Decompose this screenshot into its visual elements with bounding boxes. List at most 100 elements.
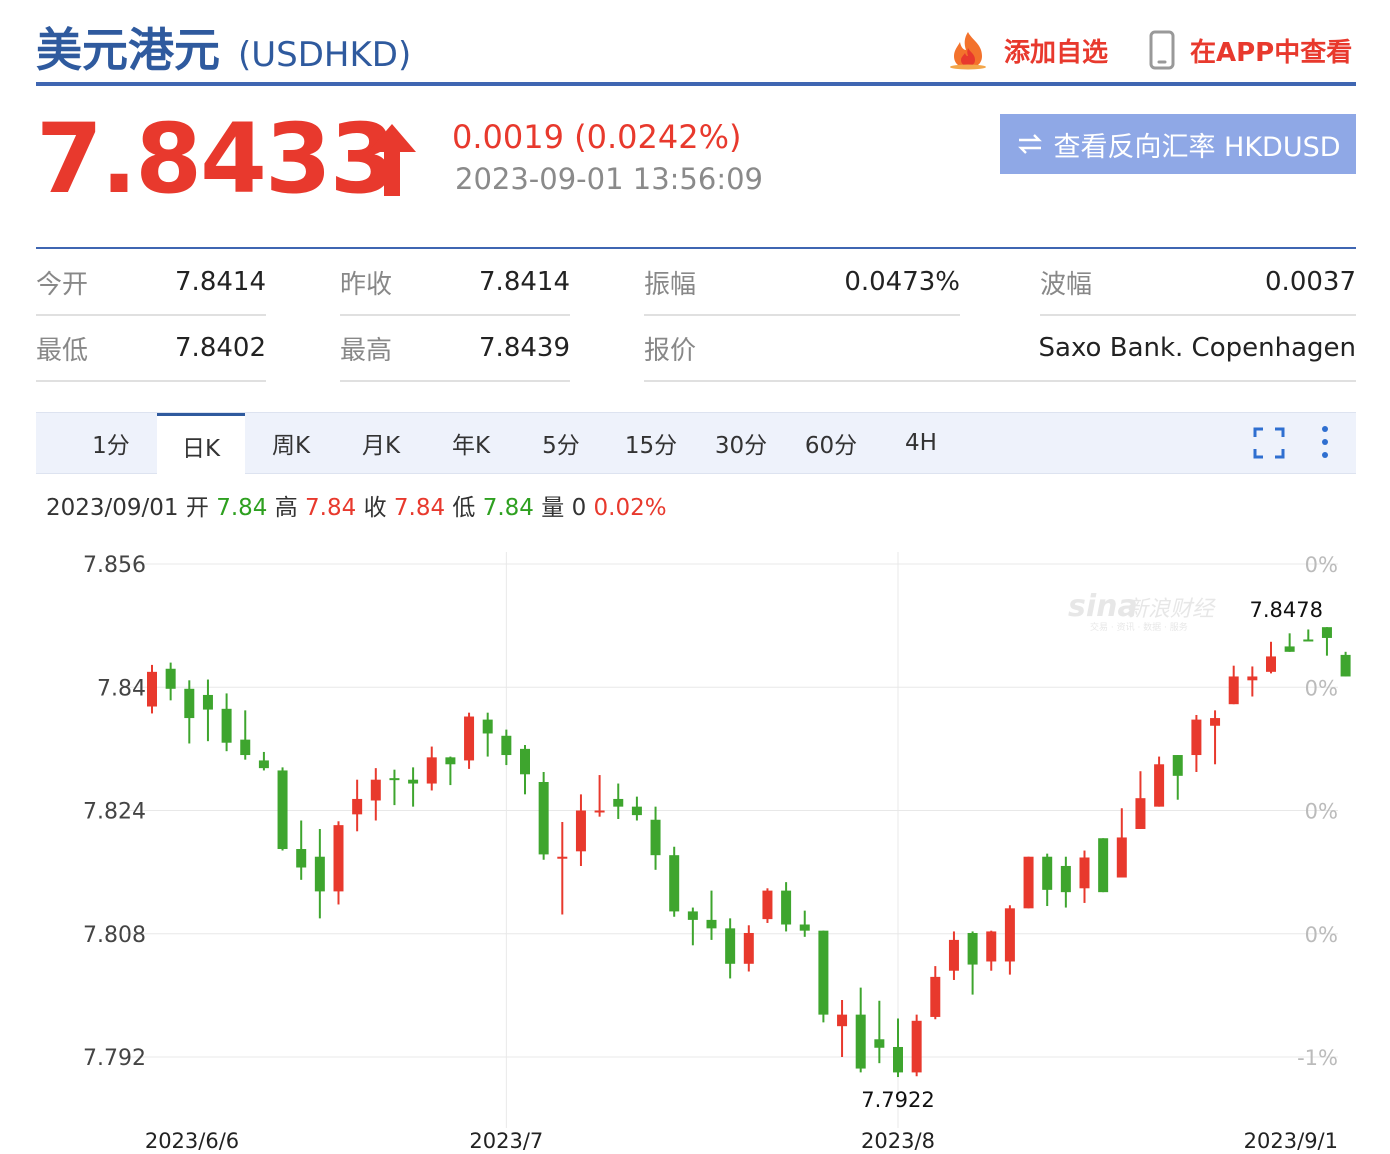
candle <box>221 693 232 752</box>
candle-body <box>464 716 475 761</box>
candle-body <box>1172 755 1183 776</box>
candle-body <box>240 739 251 756</box>
candle-body <box>669 855 680 912</box>
candle-body <box>1210 718 1221 726</box>
candle-body <box>743 932 754 964</box>
y-tick-label: 7.824 <box>83 800 146 825</box>
candle <box>557 822 568 915</box>
view-in-app-label: 在APP中查看 <box>1190 37 1353 68</box>
header-divider <box>36 82 1356 86</box>
x-axis: 2023/6/6 2023/7 2023/8 2023/9/1 <box>145 1129 1338 1153</box>
candle-body <box>1004 908 1015 962</box>
sina-watermark: sina 新浪财经 交易 · 资讯 · 数据 · 服务 <box>1068 589 1216 633</box>
candle <box>1116 808 1127 878</box>
candle <box>1284 633 1295 652</box>
candle <box>1247 666 1258 697</box>
candle-body <box>202 694 213 710</box>
candle <box>986 930 997 971</box>
stat-low: 最低 7.8402 <box>36 316 266 382</box>
watermark-name: 新浪财经 <box>1126 597 1216 622</box>
candle-body <box>1060 865 1071 893</box>
tab-5min[interactable]: 5分 <box>516 413 606 473</box>
candle <box>482 712 493 757</box>
stat-quote-source: 报价 Saxo Bank. Copenhagen <box>644 316 1356 382</box>
y-right-tick-label: 0% <box>1305 923 1338 947</box>
candle-body <box>258 760 269 769</box>
candle <box>948 931 959 980</box>
candle-body <box>855 1014 866 1069</box>
candlestick-chart[interactable]: sina 新浪财经 交易 · 资讯 · 数据 · 服务 7.8567.847.8… <box>0 530 1390 1154</box>
candle-body <box>799 924 810 931</box>
candle-body <box>389 778 400 781</box>
stat-open: 今开 7.8414 <box>36 250 266 316</box>
x-tick-label: 2023/8 <box>861 1129 935 1153</box>
y-right-tick-label: 0% <box>1305 553 1338 577</box>
candle <box>389 769 400 806</box>
candle-body <box>557 856 568 859</box>
x-tick-label: 2023/7 <box>469 1129 543 1153</box>
candle <box>296 820 307 880</box>
candle-body <box>1079 857 1090 889</box>
candle-body <box>911 1020 922 1073</box>
tab-yearly[interactable]: 年K <box>426 413 516 473</box>
candle-body <box>594 810 605 813</box>
fullscreen-icon[interactable] <box>1252 426 1286 460</box>
candle-body <box>482 719 493 734</box>
y-right-tick-label: 0% <box>1305 676 1338 700</box>
tab-30min[interactable]: 30分 <box>696 413 786 473</box>
candle <box>464 712 475 769</box>
candle <box>1135 771 1146 829</box>
annotations: 7.8478 7.7922 <box>861 598 1323 1112</box>
current-price: 7.8433 <box>36 103 396 215</box>
candle <box>1023 856 1034 909</box>
tab-monthly[interactable]: 月K <box>336 413 426 473</box>
candle-body <box>687 911 698 920</box>
candle-body <box>221 708 232 743</box>
candle <box>258 751 269 771</box>
flame-icon <box>950 32 986 70</box>
add-watchlist-button[interactable]: 添加自选 <box>946 30 1108 70</box>
candle <box>1079 850 1090 903</box>
candle <box>184 680 195 744</box>
candle <box>930 966 941 1020</box>
max-label: 7.8478 <box>1249 598 1322 622</box>
candle-body <box>967 932 978 965</box>
tab-1min[interactable]: 1分 <box>66 413 156 473</box>
phone-icon <box>1149 30 1175 70</box>
price-change: 0.0019 (0.0242%) <box>452 118 742 156</box>
min-label: 7.7922 <box>861 1088 934 1112</box>
stat-prev-close: 昨收 7.8414 <box>340 250 570 316</box>
candle <box>967 931 978 995</box>
candle-body <box>520 748 530 775</box>
tab-daily[interactable]: 日K <box>157 413 245 475</box>
tab-weekly[interactable]: 周K <box>246 413 336 473</box>
candle-body <box>1284 646 1295 652</box>
candle-body <box>948 939 959 971</box>
candle <box>893 1018 903 1078</box>
candle <box>277 767 288 851</box>
candle <box>1321 627 1332 656</box>
candle-body <box>631 806 642 816</box>
tab-60min[interactable]: 60分 <box>786 413 876 473</box>
candle-body <box>1303 639 1314 642</box>
page-title: 美元港元 (USDHKD) <box>36 14 411 80</box>
candle-body <box>613 798 624 807</box>
candle <box>1340 651 1351 677</box>
candle-body <box>165 668 176 689</box>
tab-15min[interactable]: 15分 <box>606 413 696 473</box>
candle <box>1172 755 1183 800</box>
candle-body <box>893 1046 903 1073</box>
reverse-rate-button[interactable]: 查看反向汇率 HKDUSD <box>1000 114 1356 174</box>
stat-high: 最高 7.8439 <box>340 316 570 382</box>
tab-4h[interactable]: 4H <box>876 413 966 473</box>
candle-body <box>650 819 661 856</box>
candle-body <box>1228 676 1239 705</box>
swap-icon <box>1018 134 1043 154</box>
stat-amplitude: 振幅 0.0473% <box>644 250 960 316</box>
candle <box>408 767 419 807</box>
candle <box>147 664 157 714</box>
candle-body <box>408 779 419 784</box>
candle <box>613 783 624 819</box>
view-in-app-button[interactable]: 在APP中查看 <box>1148 30 1352 70</box>
more-options-icon[interactable] <box>1316 424 1334 460</box>
